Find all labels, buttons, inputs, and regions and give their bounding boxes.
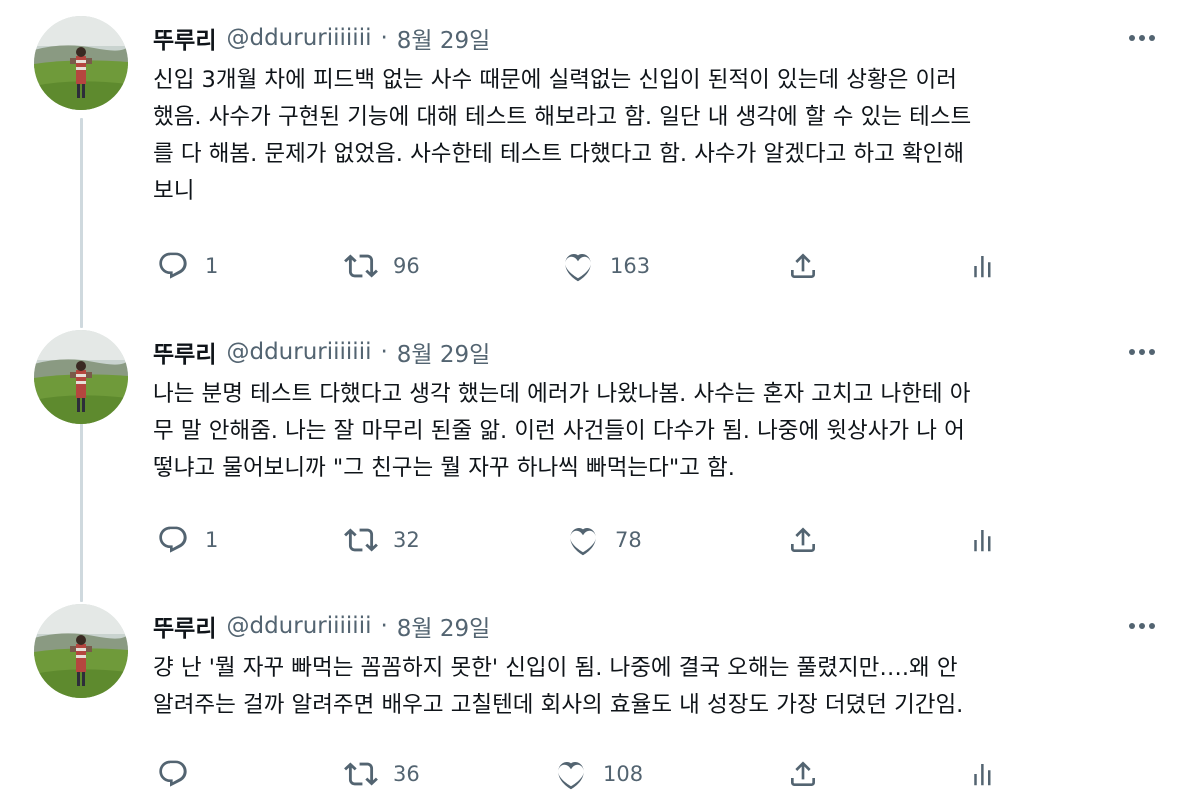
- tweet-date[interactable]: 8월 29일: [397, 335, 491, 369]
- avatar-image: [34, 330, 128, 424]
- like-count: 163: [610, 254, 651, 278]
- analytics-button[interactable]: [963, 754, 1003, 794]
- reply-count: 1: [205, 254, 219, 278]
- reply-icon: [153, 520, 193, 560]
- share-button[interactable]: [783, 246, 823, 286]
- display-name[interactable]: 뚜루리: [153, 609, 216, 643]
- retweet-icon: [341, 754, 381, 794]
- reply-button[interactable]: 1: [153, 246, 218, 286]
- display-name[interactable]: 뚜루리: [153, 21, 216, 55]
- tweet-date[interactable]: 8월 29일: [397, 21, 491, 55]
- share-icon: [783, 520, 823, 560]
- retweet-count: 36: [393, 762, 420, 786]
- like-count: 108: [603, 762, 644, 786]
- reply-button[interactable]: [153, 754, 205, 794]
- analytics-icon: [963, 520, 1003, 560]
- share-icon: [783, 246, 823, 286]
- tweet-header: 뚜루리 @ddururiiiiiii · 8월 29일: [153, 610, 490, 642]
- reply-count: 1: [205, 528, 219, 552]
- tweet-date[interactable]: 8월 29일: [397, 609, 491, 643]
- retweet-button[interactable]: 96: [341, 246, 420, 286]
- retweet-button[interactable]: 32: [341, 520, 420, 560]
- reply-icon: [153, 246, 193, 286]
- heart-icon: [558, 246, 598, 286]
- tweet-header: 뚜루리 @ddururiiiiiii · 8월 29일: [153, 22, 490, 54]
- retweet-icon: [341, 520, 381, 560]
- avatar[interactable]: [34, 330, 128, 424]
- tweet-actions: 36 108: [153, 754, 1013, 794]
- analytics-icon: [963, 754, 1003, 794]
- tweet-text: 걍 난 '뭘 자꾸 빠먹는 꼼꼼하지 못한' 신입이 됨. 나중에 결국 오해는…: [153, 655, 964, 718]
- separator: ·: [380, 613, 388, 639]
- like-button[interactable]: 78: [563, 520, 642, 560]
- thread-line: [80, 402, 83, 602]
- avatar[interactable]: [34, 604, 128, 698]
- avatar-image: [34, 16, 128, 110]
- like-count: 78: [615, 528, 642, 552]
- share-icon: [783, 754, 823, 794]
- tweet-text: 신입 3개월 차에 피드백 없는 사수 때문에 실력없는 신입이 된적이 있는데…: [153, 67, 972, 204]
- like-button[interactable]: 163: [558, 246, 650, 286]
- avatar-image: [34, 604, 128, 698]
- retweet-count: 96: [393, 254, 420, 278]
- retweet-count: 32: [393, 528, 420, 552]
- share-button[interactable]: [783, 520, 823, 560]
- separator: ·: [380, 339, 388, 365]
- thread-line: [80, 118, 83, 328]
- tweet-text: 나는 분명 테스트 다했다고 생각 했는데 에러가 나왔나봄. 사수는 혼자 고…: [153, 381, 971, 481]
- tweet-actions: 1 32 78: [153, 520, 1013, 560]
- more-icon[interactable]: [1124, 612, 1160, 640]
- user-handle[interactable]: @ddururiiiiiii: [226, 25, 371, 51]
- retweet-button[interactable]: 36: [341, 754, 420, 794]
- tweet-header: 뚜루리 @ddururiiiiiii · 8월 29일: [153, 336, 490, 368]
- reply-icon: [153, 754, 193, 794]
- analytics-icon: [963, 246, 1003, 286]
- analytics-button[interactable]: [963, 246, 1003, 286]
- avatar[interactable]: [34, 16, 128, 110]
- user-handle[interactable]: @ddururiiiiiii: [226, 613, 371, 639]
- tweet-actions: 1 96 163: [153, 246, 1013, 286]
- heart-icon: [563, 520, 603, 560]
- display-name[interactable]: 뚜루리: [153, 335, 216, 369]
- analytics-button[interactable]: [963, 520, 1003, 560]
- retweet-icon: [341, 246, 381, 286]
- separator: ·: [380, 25, 388, 51]
- share-button[interactable]: [783, 754, 823, 794]
- user-handle[interactable]: @ddururiiiiiii: [226, 339, 371, 365]
- heart-icon: [551, 754, 591, 794]
- more-icon[interactable]: [1124, 338, 1160, 366]
- like-button[interactable]: 108: [551, 754, 643, 794]
- reply-button[interactable]: 1: [153, 520, 218, 560]
- more-icon[interactable]: [1124, 24, 1160, 52]
